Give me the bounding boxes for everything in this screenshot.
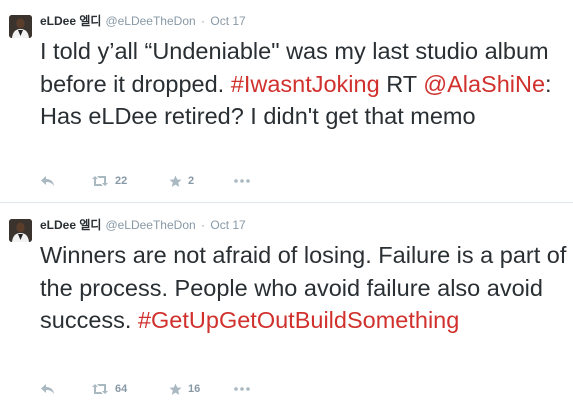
more-button[interactable] — [233, 381, 251, 397]
star-icon — [169, 175, 182, 187]
reply-icon — [41, 384, 54, 394]
favorite-button[interactable]: 16 — [169, 381, 200, 397]
tweet[interactable]: eLDee 엘디 @eLDeeTheDon · Oct 17 I told y’a… — [0, 0, 573, 203]
tweet-text: Winners are not afraid of losing. Failur… — [40, 239, 568, 337]
tweet-text: I told y’all “Undeniable" was my last st… — [40, 35, 568, 133]
tweet-header: eLDee 엘디 @eLDeeTheDon · Oct 17 — [40, 13, 246, 29]
avatar[interactable] — [9, 15, 32, 38]
user-handle[interactable]: @eLDeeTheDon — [105, 14, 195, 28]
tweet-header: eLDee 엘디 @eLDeeTheDon · Oct 17 — [40, 217, 246, 233]
user-name[interactable]: eLDee 엘디 — [40, 218, 101, 232]
tweet[interactable]: eLDee 엘디 @eLDeeTheDon · Oct 17 Winners ar… — [0, 204, 573, 408]
avatar-image — [9, 15, 32, 38]
retweet-button[interactable]: 22 — [91, 173, 127, 189]
user-name[interactable]: eLDee 엘디 — [40, 14, 101, 28]
retweet-count: 64 — [115, 383, 128, 395]
retweet-count: 22 — [115, 175, 128, 187]
mention-link[interactable]: @AlaShiNe — [423, 71, 545, 97]
reply-button[interactable] — [40, 381, 56, 397]
hashtag-link[interactable]: #IwasntJoking — [231, 71, 380, 97]
more-icon — [234, 387, 250, 391]
more-icon — [234, 179, 250, 183]
reply-button[interactable] — [40, 173, 56, 189]
separator: · — [201, 14, 206, 28]
retweet-icon — [92, 176, 108, 186]
separator: · — [201, 218, 206, 232]
timestamp[interactable]: Oct 17 — [210, 14, 245, 28]
timestamp[interactable]: Oct 17 — [210, 218, 245, 232]
avatar-image — [9, 219, 32, 242]
star-icon — [169, 383, 182, 395]
favorite-button[interactable]: 2 — [169, 173, 194, 189]
retweet-icon — [92, 384, 108, 394]
favorite-count: 2 — [188, 175, 195, 187]
hashtag-link[interactable]: #GetUpGetOutBuildSomething — [138, 307, 459, 333]
text-segment: RT — [379, 70, 424, 97]
retweet-button[interactable]: 64 — [91, 381, 127, 397]
tweet-feed: eLDee 엘디 @eLDeeTheDon · Oct 17 I told y’a… — [0, 0, 573, 408]
favorite-count: 16 — [188, 383, 201, 395]
reply-icon — [41, 176, 54, 186]
user-handle[interactable]: @eLDeeTheDon — [105, 218, 195, 232]
more-button[interactable] — [233, 173, 251, 189]
avatar[interactable] — [9, 219, 32, 242]
